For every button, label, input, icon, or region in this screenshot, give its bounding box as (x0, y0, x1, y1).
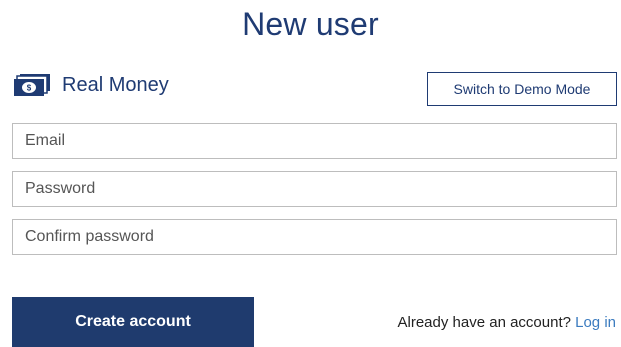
create-account-button[interactable]: Create account (12, 297, 254, 347)
money-bill-icon: $ (12, 73, 52, 97)
password-field[interactable] (12, 171, 617, 207)
login-prompt-row: Already have an account? Log in (398, 314, 617, 331)
login-link[interactable]: Log in (575, 314, 616, 331)
mode-row: $ Real Money Switch to Demo Mode (12, 70, 617, 110)
svg-text:$: $ (27, 84, 32, 93)
email-field[interactable] (12, 123, 617, 159)
page-title: New user (242, 6, 379, 42)
confirm-password-field[interactable] (12, 219, 617, 255)
mode-label: Real Money (62, 73, 169, 96)
mode-indicator: $ Real Money (12, 73, 169, 97)
login-prompt-text: Already have an account? (397, 314, 571, 331)
switch-to-demo-button[interactable]: Switch to Demo Mode (427, 72, 617, 106)
